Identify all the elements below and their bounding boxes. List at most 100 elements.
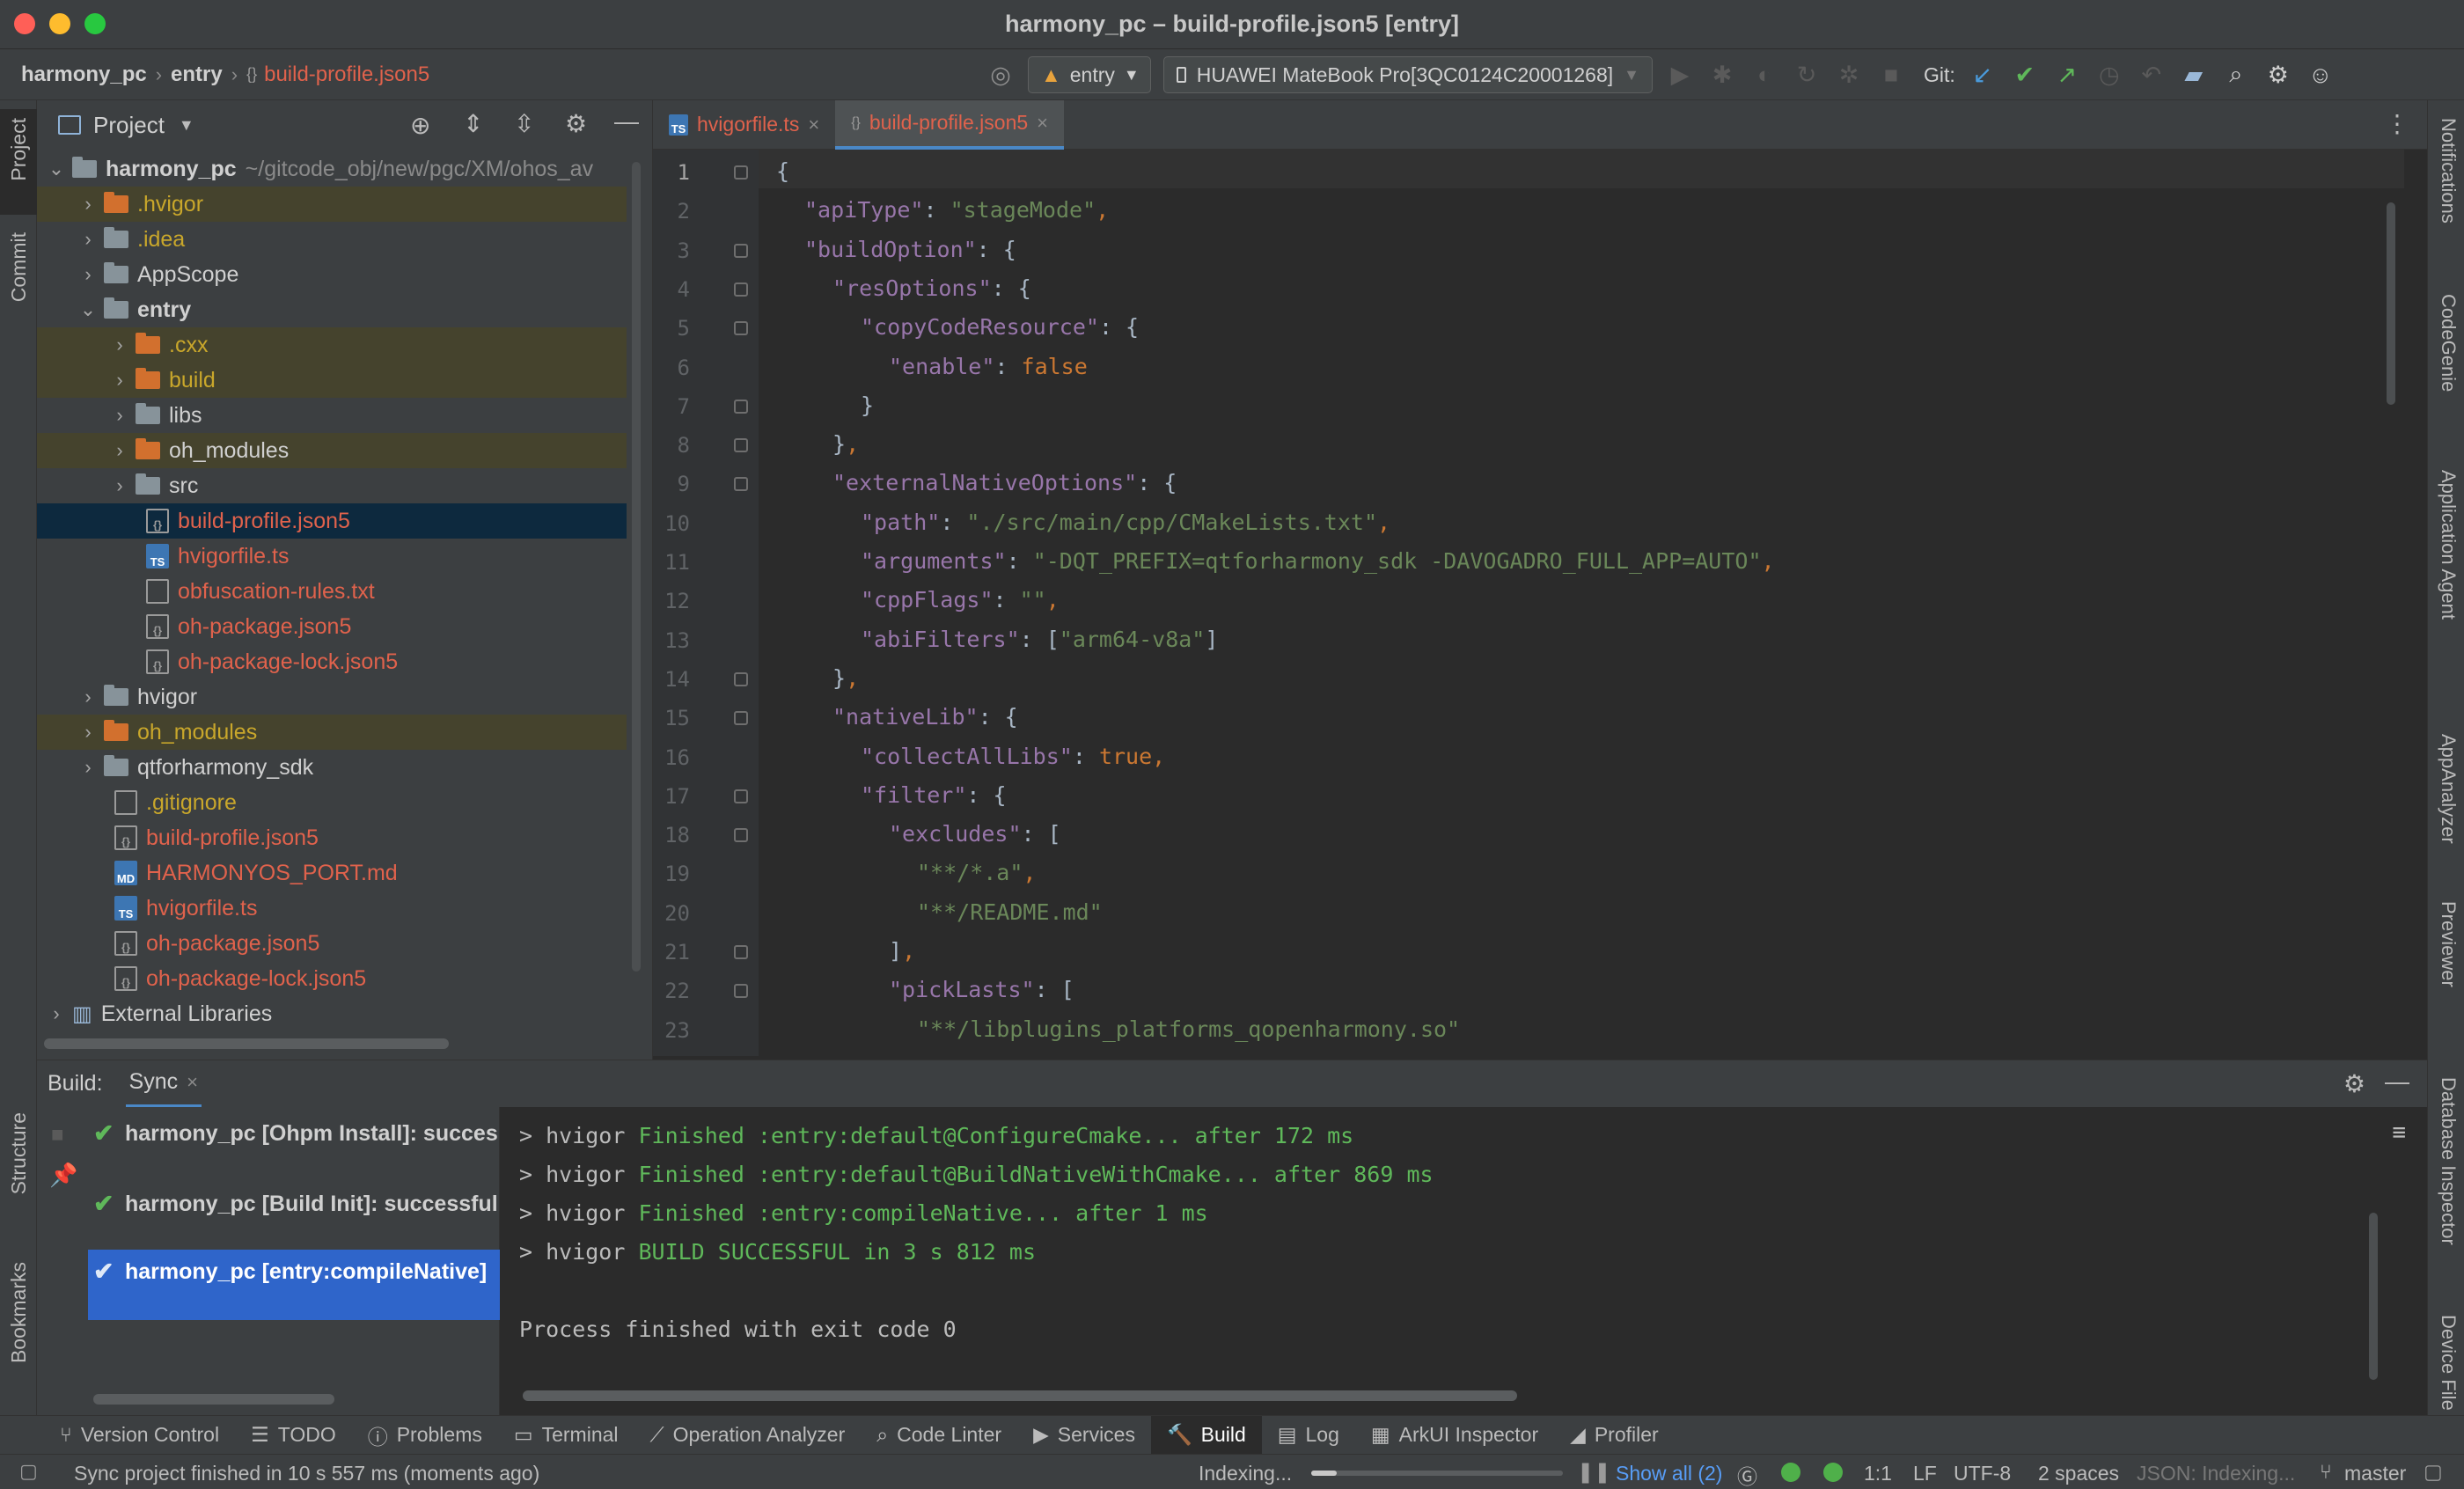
account-icon[interactable]: ☺ <box>2306 60 2336 90</box>
tree-item-gitignore[interactable]: .gitignore <box>37 785 627 820</box>
copilot-icon[interactable]: Ⓖ <box>1737 1460 1757 1489</box>
status-message[interactable]: Sync project finished in 10 s 557 ms (mo… <box>74 1462 539 1485</box>
rollback-icon[interactable]: ↶ <box>2137 60 2167 90</box>
gear-icon[interactable]: ⚙ <box>2343 1069 2365 1098</box>
fold-marker-icon[interactable] <box>734 828 748 843</box>
tree-item-entry-oh-package[interactable]: {} oh-package.json5 <box>37 609 627 644</box>
previewer-tool-tab[interactable]: Previewer <box>2437 901 2460 987</box>
more-tabs-icon[interactable]: ⋮ <box>2385 109 2409 138</box>
tool-services[interactable]: ▶ Services <box>1017 1416 1151 1455</box>
fold-marker-icon[interactable] <box>734 282 748 297</box>
line-separator[interactable]: LF <box>1913 1462 1937 1485</box>
tool-build[interactable]: 🔨 Build <box>1150 1415 1262 1455</box>
indent-setting[interactable]: 2 spaces <box>2038 1462 2119 1485</box>
git-push-icon[interactable]: ↗ <box>2052 60 2082 90</box>
tree-root[interactable]: ⌄ harmony_pc ~/gitcode_obj/new/pgc/XM/oh… <box>37 151 627 187</box>
tree-item-hvigor[interactable]: › hvigor <box>37 679 627 715</box>
gear-icon[interactable]: ⚙ <box>565 109 587 138</box>
tool-problems[interactable]: ⓘ Problems <box>352 1416 498 1455</box>
run-config-select[interactable]: ▲ entry ▼ <box>1028 56 1151 93</box>
fold-marker-icon[interactable] <box>734 984 748 999</box>
tool-profiler[interactable]: ◢ Profiler <box>1554 1416 1675 1455</box>
tree-item-entry-hvigorfile[interactable]: TS hvigorfile.ts <box>37 539 627 574</box>
tree-item-entry-oh-package-lock[interactable]: {} oh-package-lock.json5 <box>37 644 627 679</box>
caret-position[interactable]: 1:1 <box>1864 1462 1892 1485</box>
stop-icon[interactable]: ■ <box>1876 60 1906 90</box>
fold-marker-icon[interactable] <box>734 477 748 492</box>
soft-wrap-icon[interactable]: ≡ <box>2392 1119 2406 1146</box>
tool-arkui-inspector[interactable]: ▦ ArkUI Inspector <box>1355 1416 1554 1455</box>
fold-marker-icon[interactable] <box>734 438 748 453</box>
status-ok-icon[interactable] <box>1823 1463 1843 1482</box>
device-file-tool-tab[interactable]: Device File <box>2437 1315 2460 1411</box>
rerun-icon[interactable]: ↻ <box>1792 60 1822 90</box>
tool-operation-analyzer[interactable]: ⟋ Operation Analyzer <box>634 1416 862 1455</box>
device-select[interactable]: HUAWEI MateBook Pro[3QC0124C20001268] ▼ <box>1163 56 1653 93</box>
tree-item-build[interactable]: › build <box>37 363 627 398</box>
tree-item-cxx[interactable]: › .cxx <box>37 327 627 363</box>
breadcrumb-project[interactable]: harmony_pc <box>21 62 147 87</box>
json-schema[interactable]: JSON: Indexing... <box>2137 1462 2295 1485</box>
close-icon[interactable]: × <box>1037 112 1048 135</box>
breadcrumb-module[interactable]: entry <box>171 62 223 87</box>
fold-marker-icon[interactable] <box>734 671 748 686</box>
tab-sync[interactable]: Sync × <box>125 1060 202 1108</box>
tree-item-libs[interactable]: › libs <box>37 398 627 433</box>
horizontal-scrollbar[interactable] <box>93 1394 334 1405</box>
debug-icon[interactable]: ✱ <box>1707 60 1737 90</box>
notifications-tool-tab[interactable]: Notifications <box>2437 118 2460 224</box>
locate-icon[interactable]: ⊕ <box>410 111 430 140</box>
run-icon[interactable]: ▶ <box>1665 60 1695 90</box>
close-icon[interactable]: × <box>808 114 819 136</box>
panel-toggle-icon[interactable]: ▢ <box>19 1460 38 1483</box>
tree-item-harmonyos-port[interactable]: MD HARMONYOS_PORT.md <box>37 855 627 891</box>
fold-marker-icon[interactable] <box>734 243 748 258</box>
fold-marker-icon[interactable] <box>734 711 748 726</box>
horizontal-scrollbar[interactable] <box>44 1038 449 1049</box>
hide-panel-icon[interactable]: — <box>614 107 639 136</box>
project-tool-tab[interactable]: Project <box>0 109 37 215</box>
fold-marker-icon[interactable] <box>734 165 748 180</box>
tree-item-qtforharmony-sdk[interactable]: › qtforharmony_sdk <box>37 750 627 785</box>
fold-marker-icon[interactable] <box>734 789 748 803</box>
fold-marker-icon[interactable] <box>734 945 748 959</box>
build-task-item[interactable]: ✔ harmony_pc [Build Init]: successful <box>88 1185 500 1223</box>
tool-terminal[interactable]: ▭ Terminal <box>498 1416 634 1455</box>
pause-icon[interactable]: ❚❚ <box>1577 1460 1611 1484</box>
project-view-select[interactable]: Project <box>93 112 165 139</box>
file-encoding[interactable]: UTF-8 <box>1954 1462 2011 1485</box>
tool-log[interactable]: ▤ Log <box>1262 1416 1355 1455</box>
vertical-scrollbar[interactable] <box>632 162 641 972</box>
pin-icon[interactable]: 📌 <box>49 1162 77 1189</box>
history-icon[interactable]: ◷ <box>2094 60 2124 90</box>
codegenie-tool-tab[interactable]: CodeGenie <box>2437 294 2460 392</box>
chevron-down-icon[interactable]: ▼ <box>179 116 194 135</box>
tree-item-oh-modules-root[interactable]: › oh_modules <box>37 715 627 750</box>
hide-panel-icon[interactable]: — <box>2385 1067 2409 1096</box>
git-update-icon[interactable]: ↙ <box>1968 60 1998 90</box>
git-branch[interactable]: master <box>2344 1462 2406 1485</box>
tree-item-idea[interactable]: › .idea <box>37 222 627 257</box>
tool-code-linter[interactable]: ⌕ Code Linter <box>861 1416 1017 1455</box>
horizontal-scrollbar[interactable] <box>523 1390 1517 1401</box>
tree-item-src[interactable]: › src <box>37 468 627 503</box>
show-all-link[interactable]: Show all (2) <box>1616 1462 1722 1485</box>
vertical-scrollbar[interactable] <box>2369 1213 2378 1380</box>
search-icon[interactable]: ⌕ <box>2221 60 2251 90</box>
tree-item-root-build-profile[interactable]: {} build-profile.json5 <box>37 820 627 855</box>
close-icon[interactable]: × <box>187 1071 198 1094</box>
tree-item-hvigor-hidden[interactable]: › .hvigor <box>37 187 627 222</box>
tool-todo[interactable]: ☰ TODO <box>235 1416 352 1455</box>
editor-scrollbar[interactable] <box>2387 202 2395 405</box>
tree-item-obfuscation-rules[interactable]: obfuscation-rules.txt <box>37 574 627 609</box>
appanalyzer-tool-tab[interactable]: AppAnalyzer <box>2437 734 2460 844</box>
profile-icon[interactable]: ◐ <box>1749 60 1779 90</box>
breadcrumb-file[interactable]: build-profile.json5 <box>264 62 429 87</box>
tree-item-external-libraries[interactable]: › ▥ External Libraries <box>37 996 627 1031</box>
git-commit-icon[interactable]: ✔ <box>2010 60 2040 90</box>
build-task-item[interactable]: ✔ harmony_pc [Ohpm Install]: succes <box>88 1114 500 1153</box>
collapse-all-icon[interactable]: ⇳ <box>514 109 534 138</box>
tab-build-profile[interactable]: {} build-profile.json5 × <box>835 99 1065 150</box>
lock-icon[interactable]: ▢ <box>2424 1460 2443 1484</box>
application-agent-tool-tab[interactable]: Application Agent <box>2437 470 2460 620</box>
